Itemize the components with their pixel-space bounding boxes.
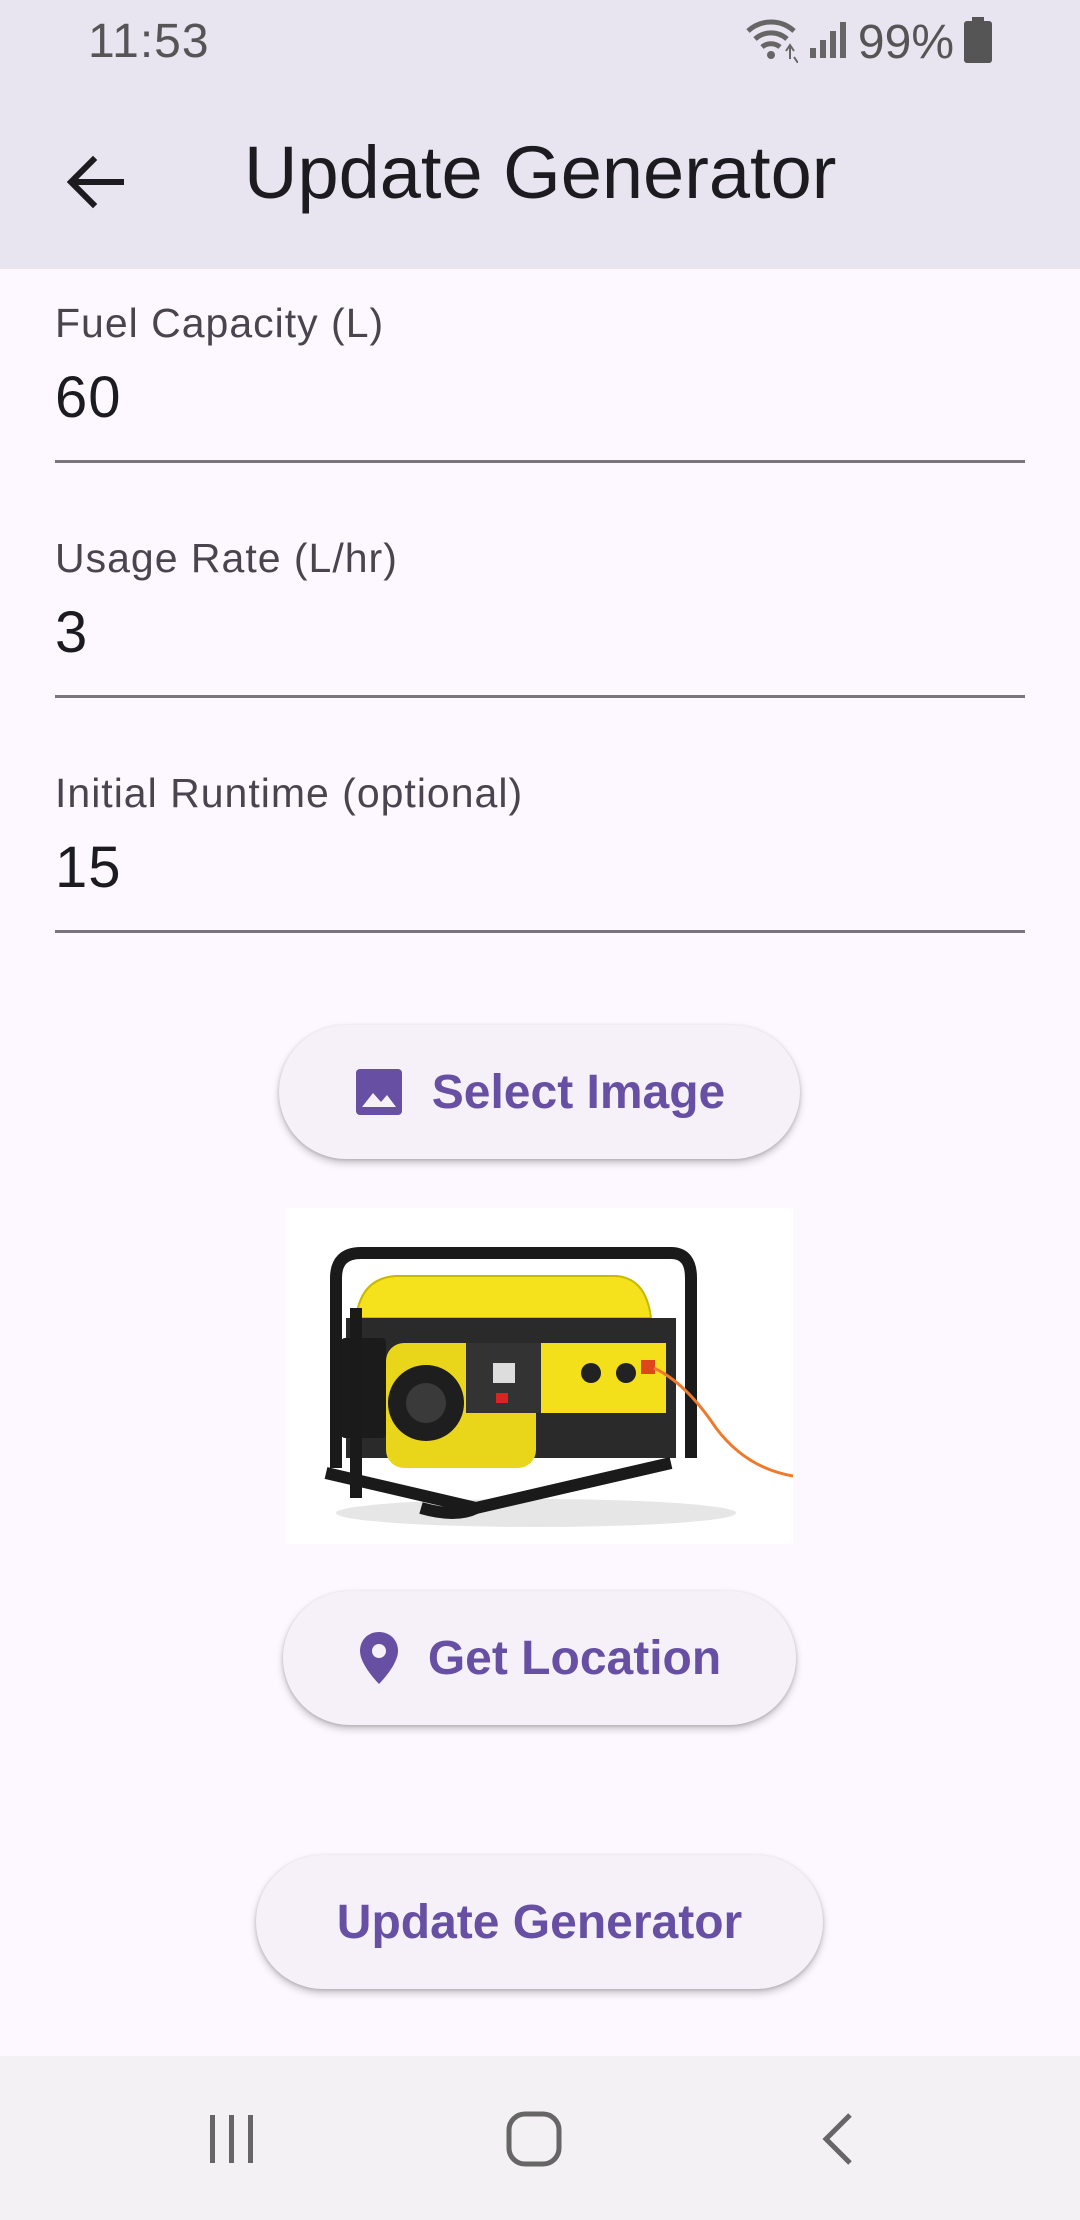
wifi-icon — [744, 17, 799, 68]
back-icon — [818, 2111, 858, 2172]
page-title: Update Generator — [244, 131, 837, 214]
fuel-capacity-field[interactable]: Fuel Capacity (L) 60 — [55, 300, 1025, 463]
usage-rate-field[interactable]: Usage Rate (L/hr) 3 — [55, 535, 1025, 698]
home-icon — [504, 2109, 564, 2174]
arrow-back-icon — [63, 150, 127, 219]
update-generator-label: Update Generator — [336, 1895, 743, 1949]
select-image-button[interactable]: Select Image — [279, 1025, 800, 1159]
recent-apps-button[interactable] — [172, 2096, 292, 2186]
initial-runtime-value[interactable]: 15 — [55, 834, 122, 901]
status-icons: 99% — [744, 14, 992, 70]
initial-runtime-label: Initial Runtime (optional) — [55, 770, 524, 816]
usage-rate-label: Usage Rate (L/hr) — [55, 535, 398, 581]
fuel-capacity-value[interactable]: 60 — [55, 364, 122, 431]
location-pin-icon — [358, 1630, 400, 1686]
get-location-button[interactable]: Get Location — [283, 1591, 796, 1725]
update-generator-button[interactable]: Update Generator — [256, 1855, 823, 1989]
generator-image — [286, 1208, 794, 1544]
battery-percent: 99% — [857, 15, 954, 69]
usage-rate-value[interactable]: 3 — [55, 599, 88, 666]
battery-icon — [964, 16, 992, 68]
status-time: 11:53 — [88, 15, 210, 68]
system-nav-bar — [0, 2056, 1080, 2220]
recent-apps-icon — [204, 2111, 260, 2172]
status-bar: 11:53 99% — [0, 0, 1080, 84]
signal-icon — [808, 20, 848, 65]
nav-back-button[interactable] — [778, 2096, 898, 2186]
app-bar: Update Generator — [0, 84, 1080, 269]
fuel-capacity-label: Fuel Capacity (L) — [55, 300, 385, 346]
initial-runtime-field[interactable]: Initial Runtime (optional) 15 — [55, 770, 1025, 933]
get-location-label: Get Location — [427, 1631, 722, 1685]
home-button[interactable] — [474, 2096, 594, 2186]
image-icon — [354, 1067, 404, 1117]
select-image-label: Select Image — [431, 1065, 726, 1119]
back-button[interactable] — [40, 134, 150, 234]
